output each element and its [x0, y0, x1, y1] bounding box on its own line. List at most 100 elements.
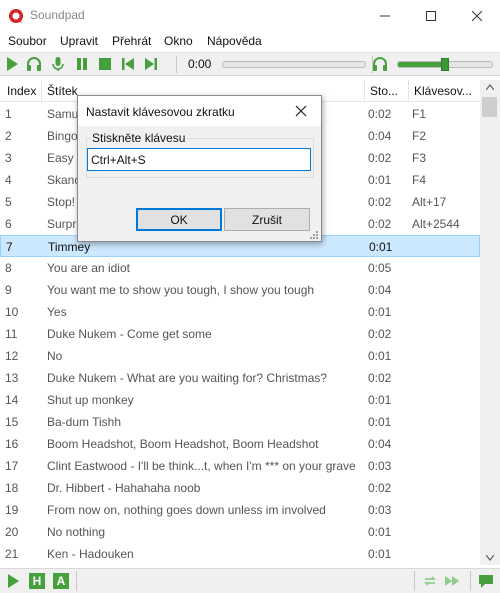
- hotkey-input[interactable]: [87, 148, 311, 171]
- row-label: Shut up monkey: [47, 393, 134, 407]
- pause-icon[interactable]: [74, 56, 90, 72]
- column-divider[interactable]: [408, 80, 409, 102]
- close-icon: [472, 10, 482, 21]
- row-duration: 0:01: [368, 547, 392, 561]
- row-index: 21: [5, 547, 19, 561]
- row-label: No nothing: [47, 525, 106, 539]
- play-selected-icon[interactable]: [5, 573, 21, 589]
- column-divider[interactable]: [364, 80, 365, 102]
- row-index: 13: [5, 371, 19, 385]
- row-duration: 0:01: [368, 525, 392, 539]
- maximize-button[interactable]: [408, 0, 454, 31]
- maximize-icon: [426, 10, 436, 21]
- h-button[interactable]: H: [29, 573, 45, 589]
- row-duration: 0:03: [368, 459, 392, 473]
- row-duration: 0:05: [368, 261, 392, 275]
- table-row[interactable]: 8 You are an idiot 0:05: [0, 257, 480, 279]
- row-duration: 0:02: [368, 217, 392, 231]
- scroll-up-icon[interactable]: [486, 84, 494, 90]
- row-duration: 0:02: [368, 195, 392, 209]
- row-index: 8: [5, 261, 12, 275]
- row-hotkey: Alt+2544: [412, 217, 460, 231]
- row-label: Ba-dum Tishh: [47, 415, 122, 429]
- vertical-scrollbar[interactable]: [480, 80, 500, 565]
- hotkey-dialog: Nastavit klávesovou zkratku Stiskněte kl…: [77, 95, 322, 242]
- dialog-title: Nastavit klávesovou zkratku: [86, 105, 235, 119]
- row-duration: 0:01: [368, 305, 392, 319]
- menu-soubor[interactable]: Soubor: [8, 34, 47, 48]
- soundpad-logo-icon: [9, 9, 23, 23]
- table-row[interactable]: 11 Duke Nukem - Come get some 0:02: [0, 323, 480, 345]
- table-row[interactable]: 17 Clint Eastwood - I'll be think...t, wh…: [0, 455, 480, 477]
- menu-prehrat[interactable]: Přehrát: [112, 34, 151, 48]
- table-row[interactable]: 14 Shut up monkey 0:01: [0, 389, 480, 411]
- play-icon[interactable]: [4, 56, 20, 72]
- row-duration: 0:01: [368, 173, 392, 187]
- repeat-icon[interactable]: [422, 573, 438, 589]
- row-duration: 0:01: [368, 393, 392, 407]
- volume-headphones-icon[interactable]: [372, 56, 388, 72]
- row-hotkey: Alt+17: [412, 195, 447, 209]
- playback-time: 0:00: [188, 57, 212, 71]
- table-row[interactable]: 20 No nothing 0:01: [0, 521, 480, 543]
- column-divider[interactable]: [41, 80, 42, 102]
- table-row[interactable]: 10 Yes 0:01: [0, 301, 480, 323]
- table-row[interactable]: 21 Ken - Hadouken 0:01: [0, 543, 480, 565]
- minimize-button[interactable]: [362, 0, 408, 31]
- next-icon[interactable]: [143, 56, 159, 72]
- table-row[interactable]: 18 Dr. Hibbert - Hahahaha noob 0:02: [0, 477, 480, 499]
- table-row[interactable]: 16 Boom Headshot, Boom Headshot, Boom Hea…: [0, 433, 480, 455]
- microphone-icon[interactable]: [50, 56, 66, 72]
- menu-napoveda[interactable]: Nápověda: [207, 34, 262, 48]
- row-label: Duke Nukem - Come get some: [47, 327, 212, 341]
- table-row[interactable]: 12 No 0:01: [0, 345, 480, 367]
- headphones-icon[interactable]: [26, 56, 42, 72]
- title-bar: Soundpad: [0, 0, 500, 31]
- menu-upravit[interactable]: Upravit: [60, 34, 98, 48]
- row-label: Duke Nukem - What are you waiting for? C…: [47, 371, 328, 385]
- table-row[interactable]: 15 Ba-dum Tishh 0:01: [0, 411, 480, 433]
- row-index: 7: [6, 240, 13, 254]
- seek-bar[interactable]: [222, 61, 366, 68]
- previous-icon[interactable]: [120, 56, 136, 72]
- table-row[interactable]: 13 Duke Nukem - What are you waiting for?…: [0, 367, 480, 389]
- row-duration: 0:04: [368, 283, 392, 297]
- row-label: Dr. Hibbert - Hahahaha noob: [47, 481, 201, 495]
- close-button[interactable]: [454, 0, 500, 31]
- volume-slider-thumb[interactable]: [441, 58, 449, 71]
- row-index: 11: [5, 327, 18, 341]
- row-hotkey: F1: [412, 107, 427, 121]
- row-duration: 0:02: [368, 107, 392, 121]
- column-header-hotkey[interactable]: Klávesov...: [414, 84, 478, 98]
- status-bar: H A: [0, 568, 500, 593]
- row-index: 14: [5, 393, 19, 407]
- toolbar-separator: [176, 56, 177, 73]
- row-label: You are an idiot: [47, 261, 130, 275]
- scrollbar-thumb[interactable]: [482, 97, 497, 117]
- chat-icon[interactable]: [478, 573, 494, 589]
- row-index: 5: [5, 195, 12, 209]
- row-duration: 0:01: [368, 349, 392, 363]
- cancel-button[interactable]: Zrušit: [224, 208, 310, 231]
- dialog-close-icon[interactable]: [293, 103, 309, 119]
- scroll-down-icon[interactable]: [486, 555, 494, 561]
- row-index: 12: [5, 349, 19, 363]
- minimize-icon: [380, 15, 390, 16]
- row-duration: 0:02: [368, 151, 392, 165]
- ok-button[interactable]: OK: [136, 208, 222, 231]
- status-separator: [76, 571, 77, 591]
- row-label: Timmey: [48, 240, 91, 254]
- column-header-duration[interactable]: Sto...: [370, 84, 408, 98]
- menu-okno[interactable]: Okno: [164, 34, 193, 48]
- resize-grip-icon[interactable]: [309, 230, 319, 240]
- column-header-index[interactable]: Index: [7, 84, 43, 98]
- row-hotkey: F4: [412, 173, 427, 187]
- stop-icon[interactable]: [97, 56, 113, 72]
- row-index: 17: [5, 459, 19, 473]
- a-button[interactable]: A: [53, 573, 69, 589]
- row-hotkey: F2: [412, 129, 427, 143]
- table-row[interactable]: 9 You want me to show you tough, I show y…: [0, 279, 480, 301]
- fast-forward-icon[interactable]: [444, 573, 460, 589]
- table-row[interactable]: 19 From now on, nothing goes down unless …: [0, 499, 480, 521]
- row-index: 3: [5, 151, 12, 165]
